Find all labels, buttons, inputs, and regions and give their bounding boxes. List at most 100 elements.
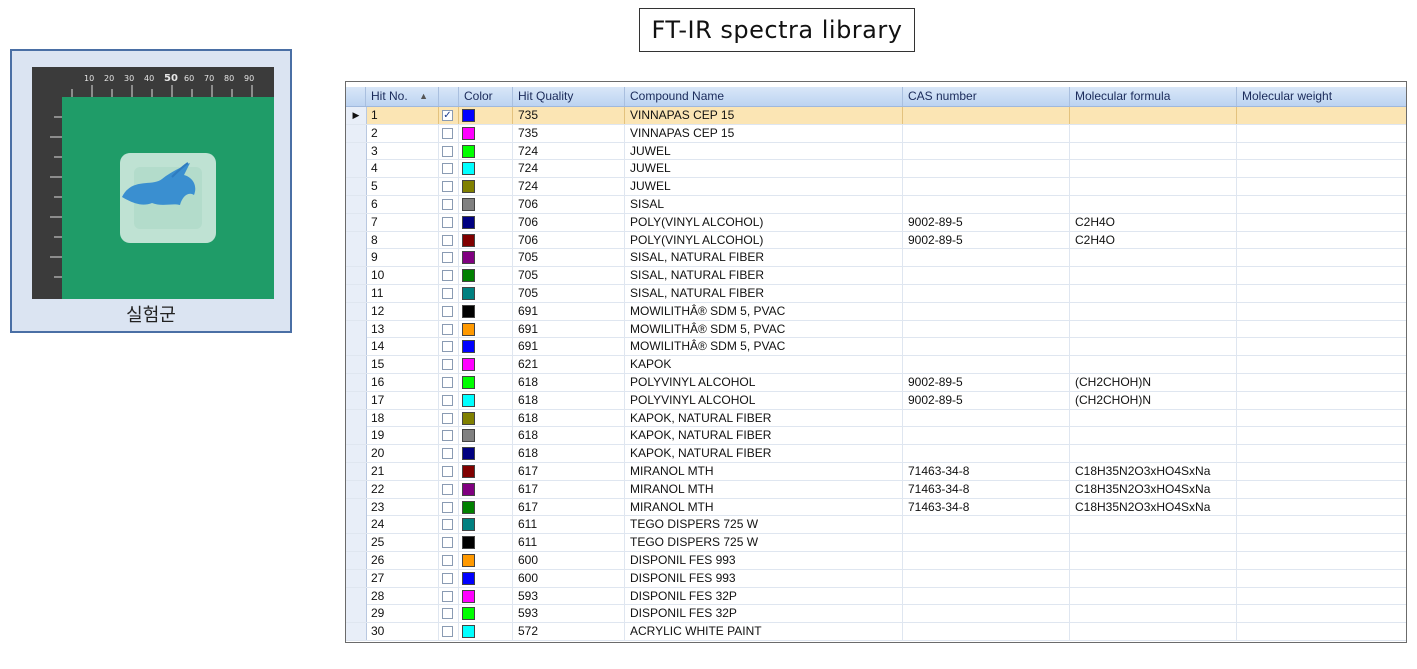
row-header[interactable] [346, 302, 367, 320]
row-select-checkbox[interactable] [442, 359, 453, 371]
color-swatch[interactable] [462, 464, 475, 478]
table-row[interactable]: 11 705 SISAL, NATURAL FIBER [346, 284, 1406, 303]
table-row[interactable]: 14 691 MOWILITHÂ® SDM 5, PVAC [346, 338, 1406, 357]
row-select-checkbox[interactable] [442, 287, 453, 299]
row-header[interactable] [346, 356, 367, 374]
column-molecular-formula[interactable]: Molecular formula [1070, 87, 1237, 106]
hit-list-grid[interactable]: Hit No. ▲ Color Hit Quality Compound Nam… [345, 81, 1407, 643]
table-row[interactable]: 4 724 JUWEL [346, 160, 1406, 179]
row-header[interactable] [346, 320, 367, 338]
row-select-checkbox[interactable] [442, 483, 453, 495]
row-header[interactable] [346, 427, 367, 445]
table-row[interactable]: 22 617 MIRANOL MTH 71463-34-8 C18H35N2O3xHO4… [346, 480, 1406, 499]
row-header[interactable] [346, 480, 367, 498]
color-swatch[interactable] [462, 162, 475, 176]
row-select-checkbox[interactable] [442, 181, 453, 193]
row-select-checkbox[interactable] [442, 234, 453, 246]
row-select-checkbox[interactable] [442, 554, 453, 566]
table-row[interactable]: 3 724 JUWEL [346, 142, 1406, 161]
table-row[interactable]: ▶ 1 735 VINNAPAS CEP 15 ✓ [346, 107, 1406, 125]
column-compound-name[interactable]: Compound Name [625, 87, 903, 106]
row-header[interactable] [346, 178, 367, 196]
row-header[interactable] [346, 124, 367, 142]
row-select-checkbox[interactable] [442, 323, 453, 335]
color-swatch[interactable] [462, 518, 475, 532]
color-swatch[interactable] [462, 429, 475, 443]
row-select-checkbox[interactable] [442, 537, 453, 549]
table-row[interactable]: 29 593 DISPONIL FES 32P [346, 605, 1406, 624]
color-swatch[interactable] [462, 411, 475, 425]
table-row[interactable]: 9 705 SISAL, NATURAL FIBER [346, 249, 1406, 268]
row-select-checkbox[interactable] [442, 465, 453, 477]
row-header[interactable] [346, 231, 367, 249]
row-select-checkbox[interactable] [442, 626, 453, 638]
table-row[interactable]: 5 724 JUWEL [346, 178, 1406, 196]
row-header[interactable] [346, 516, 367, 534]
table-row[interactable]: 12 691 MOWILITHÂ® SDM 5, PVAC [346, 302, 1406, 321]
table-row[interactable]: 28 593 DISPONIL FES 32P [346, 587, 1406, 606]
row-header[interactable] [346, 338, 367, 356]
row-header[interactable] [346, 249, 367, 267]
color-swatch[interactable] [462, 286, 475, 300]
color-swatch[interactable] [462, 126, 475, 140]
table-row[interactable]: 25 611 TEGO DISPERS 725 W [346, 534, 1406, 552]
table-row[interactable]: 15 621 KAPOK [346, 356, 1406, 374]
row-header[interactable] [346, 284, 367, 302]
row-select-checkbox[interactable] [442, 252, 453, 264]
row-header[interactable] [346, 623, 367, 641]
color-swatch[interactable] [462, 358, 475, 372]
table-row[interactable]: 24 611 TEGO DISPERS 725 W [346, 516, 1406, 535]
color-swatch[interactable] [462, 144, 475, 158]
color-swatch[interactable] [462, 482, 475, 496]
row-select-checkbox[interactable] [442, 590, 453, 602]
row-header[interactable] [346, 195, 367, 213]
table-row[interactable]: 27 600 DISPONIL FES 993 [346, 569, 1406, 588]
color-swatch[interactable] [462, 304, 475, 318]
column-molecular-weight[interactable]: Molecular weight [1237, 87, 1406, 106]
color-swatch[interactable] [462, 447, 475, 461]
column-cas-number[interactable]: CAS number [903, 87, 1070, 106]
table-row[interactable]: 16 618 POLYVINYL ALCOHOL 9002-89-5 (CH2CHOH)… [346, 373, 1406, 392]
row-select-checkbox[interactable] [442, 270, 453, 282]
color-swatch[interactable] [462, 109, 475, 122]
table-row[interactable]: 20 618 KAPOK, NATURAL FIBER [346, 445, 1406, 463]
color-swatch[interactable] [462, 607, 475, 621]
row-select-checkbox[interactable] [442, 305, 453, 317]
row-select-checkbox[interactable] [442, 198, 453, 210]
column-hit-quality[interactable]: Hit Quality [513, 87, 625, 106]
row-header[interactable] [346, 587, 367, 605]
current-row-indicator-icon[interactable]: ▶ [346, 107, 367, 124]
row-select-checkbox[interactable]: ✓ [442, 110, 453, 121]
row-header[interactable] [346, 373, 367, 391]
row-header[interactable] [346, 391, 367, 409]
color-swatch[interactable] [462, 322, 475, 336]
row-header[interactable] [346, 160, 367, 178]
row-select-checkbox[interactable] [442, 608, 453, 620]
table-row[interactable]: 13 691 MOWILITHÂ® SDM 5, PVAC [346, 320, 1406, 339]
row-header[interactable] [346, 569, 367, 587]
column-color[interactable]: Color [459, 87, 513, 106]
color-swatch[interactable] [462, 625, 475, 639]
color-swatch[interactable] [462, 269, 475, 283]
color-swatch[interactable] [462, 571, 475, 585]
table-row[interactable]: 17 618 POLYVINYL ALCOHOL 9002-89-5 (CH2CHOH)… [346, 391, 1406, 410]
color-swatch[interactable] [462, 233, 475, 247]
color-swatch[interactable] [462, 197, 475, 211]
table-row[interactable]: 6 706 SISAL [346, 195, 1406, 214]
row-select-checkbox[interactable] [442, 216, 453, 228]
row-header[interactable] [346, 213, 367, 231]
color-swatch[interactable] [462, 375, 475, 389]
color-swatch[interactable] [462, 340, 475, 354]
table-row[interactable]: 18 618 KAPOK, NATURAL FIBER [346, 409, 1406, 428]
row-select-checkbox[interactable] [442, 394, 453, 406]
row-select-checkbox[interactable] [442, 501, 453, 513]
row-header[interactable] [346, 605, 367, 623]
color-swatch[interactable] [462, 180, 475, 194]
row-header[interactable] [346, 267, 367, 285]
table-row[interactable]: 19 618 KAPOK, NATURAL FIBER [346, 427, 1406, 446]
row-select-checkbox[interactable] [442, 376, 453, 388]
row-header[interactable] [346, 142, 367, 160]
color-swatch[interactable] [462, 500, 475, 514]
row-select-checkbox[interactable] [442, 448, 453, 460]
row-select-checkbox[interactable] [442, 163, 453, 175]
